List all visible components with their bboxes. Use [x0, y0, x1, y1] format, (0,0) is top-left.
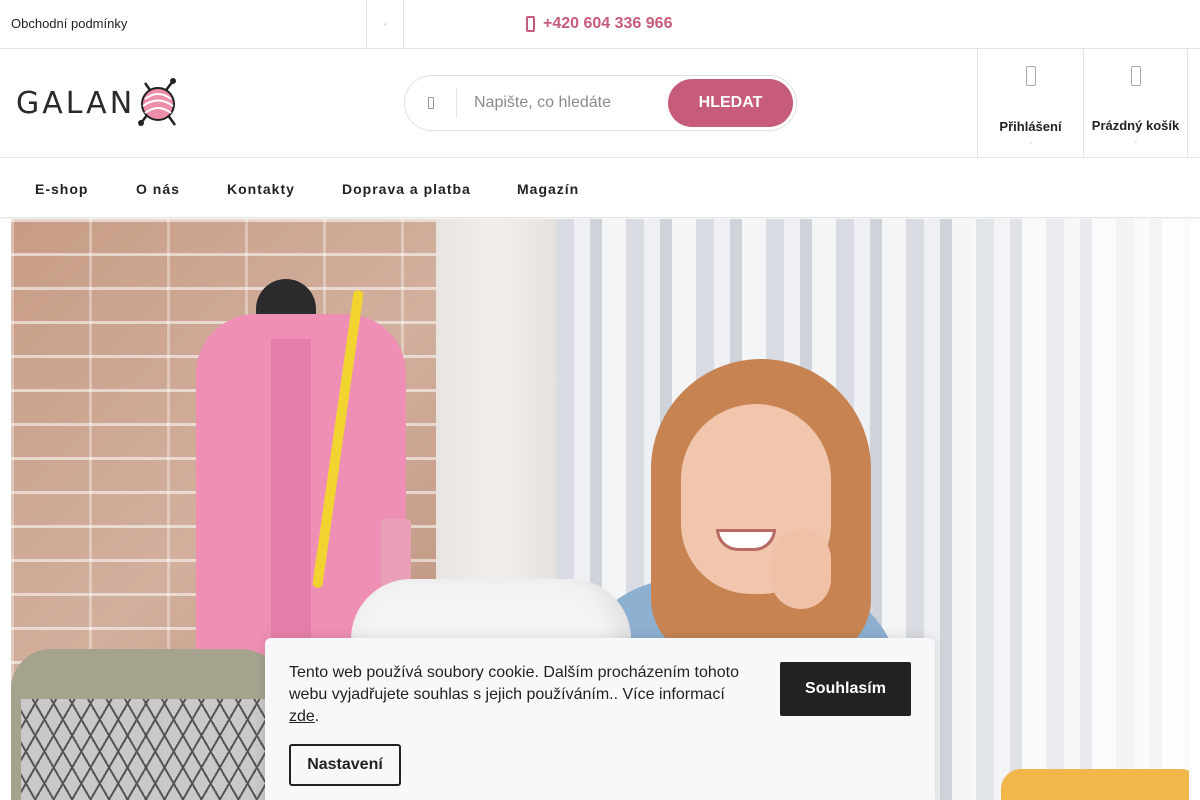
login-label: Přihlášení: [999, 119, 1062, 134]
more-links-button[interactable]: ◦: [367, 0, 403, 48]
chevron-down-icon: ◦: [1029, 140, 1032, 147]
top-bar: Obchodní podmínky ◦ +420 604 336 966: [0, 0, 1200, 49]
cookie-info-link[interactable]: zde: [289, 708, 315, 725]
nav-item-contacts[interactable]: Kontakty: [227, 158, 295, 218]
cart-button[interactable]: Prázdný košík ◦: [1083, 49, 1188, 157]
login-button[interactable]: Přihlášení ◦: [977, 49, 1083, 157]
cookie-trailing: .: [314, 708, 320, 725]
site-header: GALAN HLEDAT Přihlášení ◦ Prázdný košík …: [0, 49, 1200, 158]
search-icon: [405, 76, 456, 130]
phone-icon: [526, 16, 535, 32]
cookie-agree-button[interactable]: Souhlasím: [780, 662, 911, 716]
chevron-icon: ◦: [383, 19, 387, 29]
cookie-message: Tento web používá soubory cookie. Dalším…: [289, 664, 740, 703]
logo-text: GALAN: [16, 85, 136, 121]
search-button[interactable]: HLEDAT: [668, 79, 793, 127]
yarn-ball-icon: [138, 78, 177, 126]
phone-number: +420 604 336 966: [543, 15, 673, 32]
user-icon: [1025, 66, 1036, 86]
cart-label: Prázdný košík: [1091, 118, 1180, 133]
nav-item-shipping[interactable]: Doprava a platba: [342, 158, 471, 218]
divider: [403, 0, 404, 48]
cookie-settings-button[interactable]: Nastavení: [289, 744, 401, 786]
nav-item-about[interactable]: O nás: [136, 158, 180, 218]
terms-link[interactable]: Obchodní podmínky: [11, 0, 127, 48]
cart-icon: [1130, 66, 1141, 86]
phone-contact[interactable]: +420 604 336 966: [526, 0, 672, 48]
nav-item-eshop[interactable]: E-shop: [35, 158, 88, 218]
search-input[interactable]: [457, 82, 662, 124]
cookie-text: Tento web používá soubory cookie. Dalším…: [289, 662, 759, 728]
main-nav: E-shop O nás Kontakty Doprava a platba M…: [0, 158, 1200, 218]
chevron-down-icon: ◦: [1134, 139, 1137, 146]
cookie-banner: Tento web používá soubory cookie. Dalším…: [265, 638, 935, 800]
logo[interactable]: GALAN: [16, 75, 181, 131]
nav-item-magazine[interactable]: Magazín: [517, 158, 579, 218]
search-bar: HLEDAT: [404, 75, 797, 131]
